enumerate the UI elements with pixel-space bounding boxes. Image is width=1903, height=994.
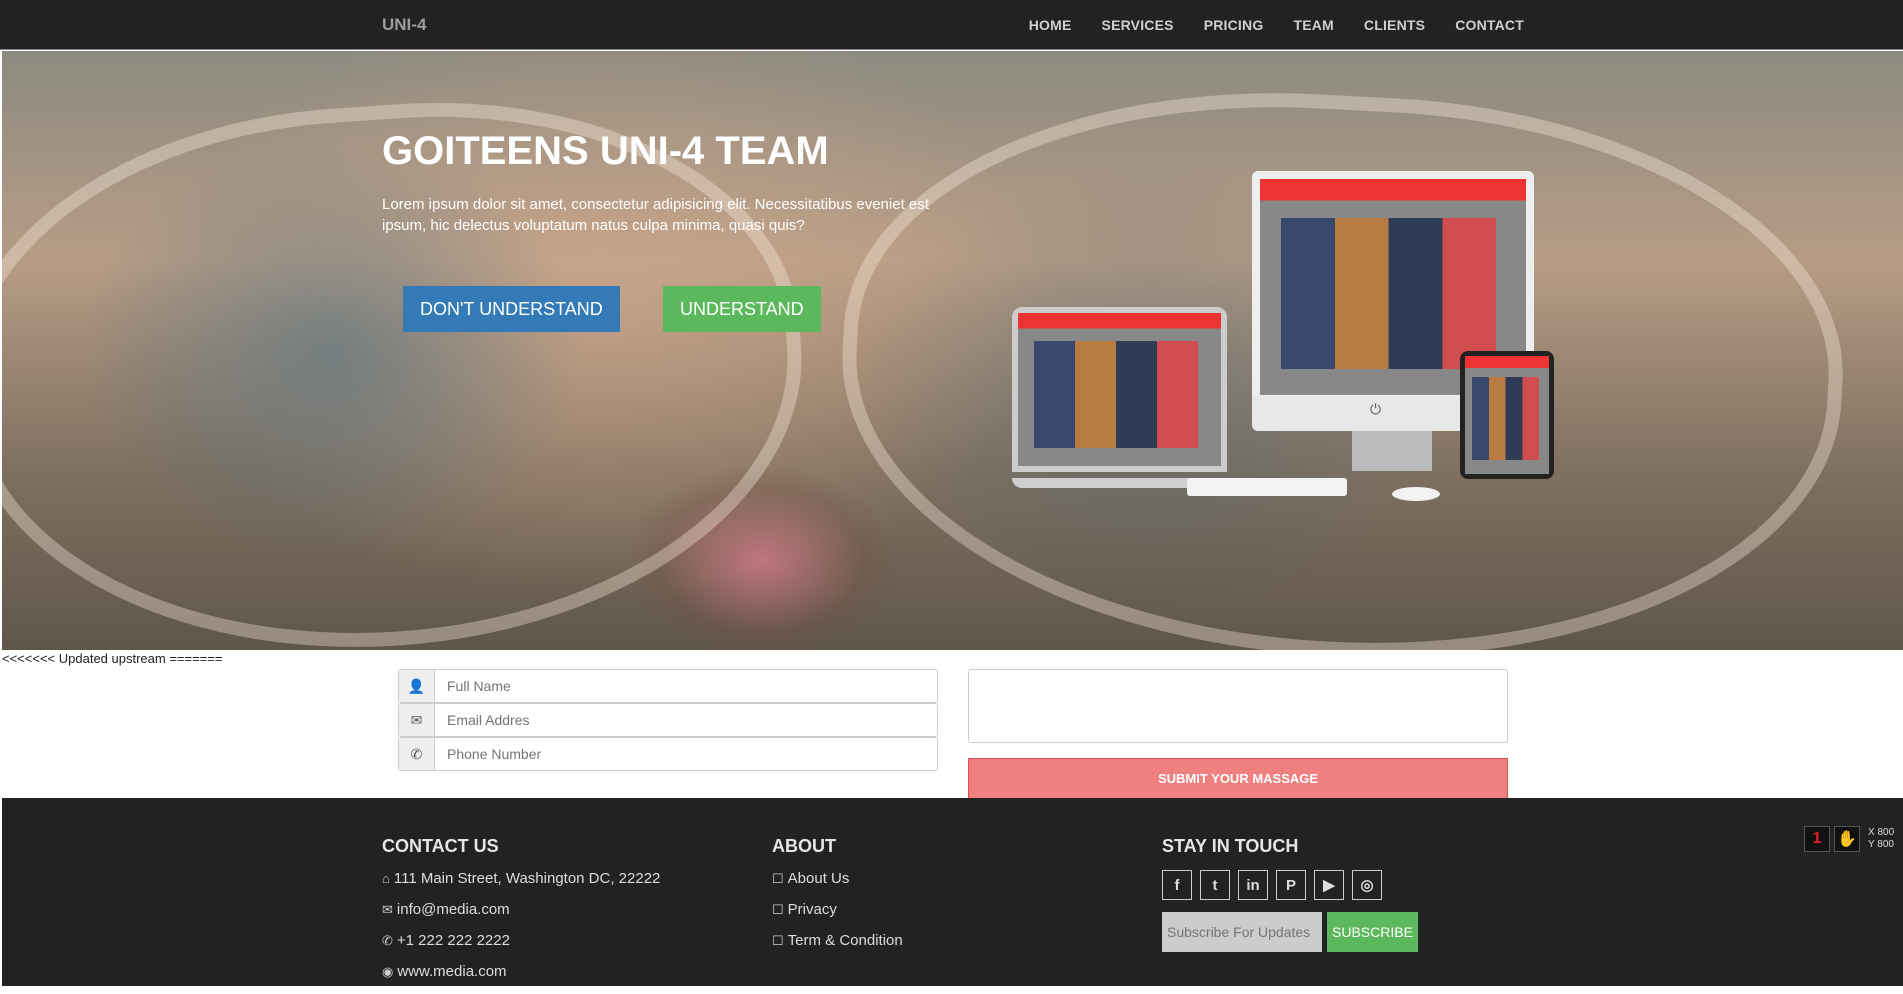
pinterest-icon[interactable]: P: [1276, 870, 1306, 900]
contact-heading: CONTACT US: [382, 836, 499, 856]
website-text[interactable]: www.media.com: [397, 963, 506, 980]
nav-link-pricing[interactable]: PRICING: [1204, 17, 1264, 33]
globe-icon: ◉: [382, 964, 394, 979]
square-icon: ☐: [772, 871, 784, 886]
full-name-field: 👤: [398, 669, 938, 703]
tool-icon-hand[interactable]: ✋: [1834, 826, 1860, 852]
nav-link-services[interactable]: SERVICES: [1102, 17, 1174, 33]
power-icon: ⏻: [1370, 401, 1382, 417]
footer: CONTACT US ⌂ 111 Main Street, Washington …: [2, 798, 1903, 986]
about-heading: ABOUT: [772, 836, 836, 856]
hero-text: Lorem ipsum dolor sit amet, consectetur …: [382, 196, 929, 234]
github-icon[interactable]: ◎: [1352, 870, 1382, 900]
message-textarea[interactable]: [968, 669, 1508, 743]
address-text: 111 Main Street, Washington DC, 22222: [393, 870, 661, 887]
about-link-label: Term & Condition: [787, 932, 903, 949]
stay-in-touch-heading: STAY IN TOUCH: [1162, 836, 1299, 856]
about-link-label: Privacy: [787, 901, 837, 918]
mouse-image: [1392, 487, 1440, 501]
overlay-widget: 1 ✋ X 800 Y 800: [1804, 824, 1903, 854]
hero-title: GOITEENS UNI-4 TEAM: [382, 129, 829, 173]
about-column: ABOUT ☐ About Us ☐ Privacy ☐ Term & Conditi…: [772, 836, 903, 963]
monitor-stand: [1352, 431, 1432, 471]
about-link-label: About Us: [787, 870, 850, 887]
navbar: UNI-4 HOME SERVICES PRICING TEAM CLIENTS…: [0, 0, 1903, 50]
dont-understand-button[interactable]: DON'T UNDERSTAND: [403, 286, 620, 332]
y-coordinate: Y 800: [1868, 839, 1894, 850]
nav-link-contact[interactable]: CONTACT: [1455, 17, 1524, 33]
phone-field: ✆: [398, 737, 938, 771]
email-text[interactable]: info@media.com: [397, 901, 510, 918]
stay-in-touch-column: STAY IN TOUCH f t in P ▶ ◎ SUBSCRIBE: [1162, 836, 1418, 952]
phone-line: ✆ +1 222 222 2222: [382, 932, 660, 963]
phone-icon: ✆: [382, 933, 393, 948]
subscribe-input[interactable]: [1162, 912, 1322, 952]
understand-button[interactable]: UNDERSTAND: [663, 286, 821, 332]
nav-link-home[interactable]: HOME: [1029, 17, 1072, 33]
phone-input[interactable]: [435, 738, 937, 770]
tool-icon-one[interactable]: 1: [1804, 826, 1830, 852]
about-link-about-us[interactable]: ☐ About Us: [772, 870, 903, 901]
nav-link-clients[interactable]: CLIENTS: [1364, 17, 1425, 33]
user-icon: 👤: [399, 670, 435, 702]
subscribe-form: SUBSCRIBE: [1162, 912, 1418, 952]
merge-conflict-text: <<<<<<< Updated upstream =======: [2, 651, 223, 666]
x-coordinate: X 800: [1868, 827, 1895, 838]
full-name-input[interactable]: [435, 670, 937, 702]
coordinate-readout: X 800 Y 800: [1868, 827, 1894, 851]
phone-icon: ✆: [399, 738, 435, 770]
home-icon: ⌂: [382, 871, 390, 886]
social-links: f t in P ▶ ◎: [1162, 870, 1418, 900]
facebook-icon[interactable]: f: [1162, 870, 1192, 900]
nav-link-team[interactable]: TEAM: [1293, 17, 1333, 33]
contact-column: CONTACT US ⌂ 111 Main Street, Washington …: [382, 836, 660, 994]
about-link-privacy[interactable]: ☐ Privacy: [772, 901, 903, 932]
nav-menu: HOME SERVICES PRICING TEAM CLIENTS CONTA…: [1029, 17, 1524, 33]
submit-message-button[interactable]: SUBMIT YOUR MASSAGE: [968, 758, 1508, 798]
phone-text: +1 222 222 2222: [396, 932, 510, 949]
square-icon: ☐: [772, 933, 784, 948]
brand-logo[interactable]: UNI-4: [382, 15, 426, 35]
address-line: ⌂ 111 Main Street, Washington DC, 22222: [382, 870, 660, 901]
email-line: ✉ info@media.com: [382, 901, 660, 932]
linkedin-icon[interactable]: in: [1238, 870, 1268, 900]
twitter-icon[interactable]: t: [1200, 870, 1230, 900]
keyboard-image: [1187, 478, 1347, 496]
youtube-icon[interactable]: ▶: [1314, 870, 1344, 900]
website-line: ◉ www.media.com: [382, 963, 660, 994]
about-link-terms[interactable]: ☐ Term & Condition: [772, 932, 903, 963]
square-icon: ☐: [772, 902, 784, 917]
subscribe-button[interactable]: SUBSCRIBE: [1327, 912, 1418, 952]
hero-section: GOITEENS UNI-4 TEAM Lorem ipsum dolor si…: [2, 51, 1903, 650]
envelope-icon: ✉: [382, 902, 393, 917]
tablet-device-image: [1460, 351, 1554, 479]
envelope-icon: ✉: [399, 704, 435, 736]
laptop-device-image: [1012, 307, 1227, 472]
email-field: ✉: [398, 703, 938, 737]
email-input[interactable]: [435, 704, 937, 736]
